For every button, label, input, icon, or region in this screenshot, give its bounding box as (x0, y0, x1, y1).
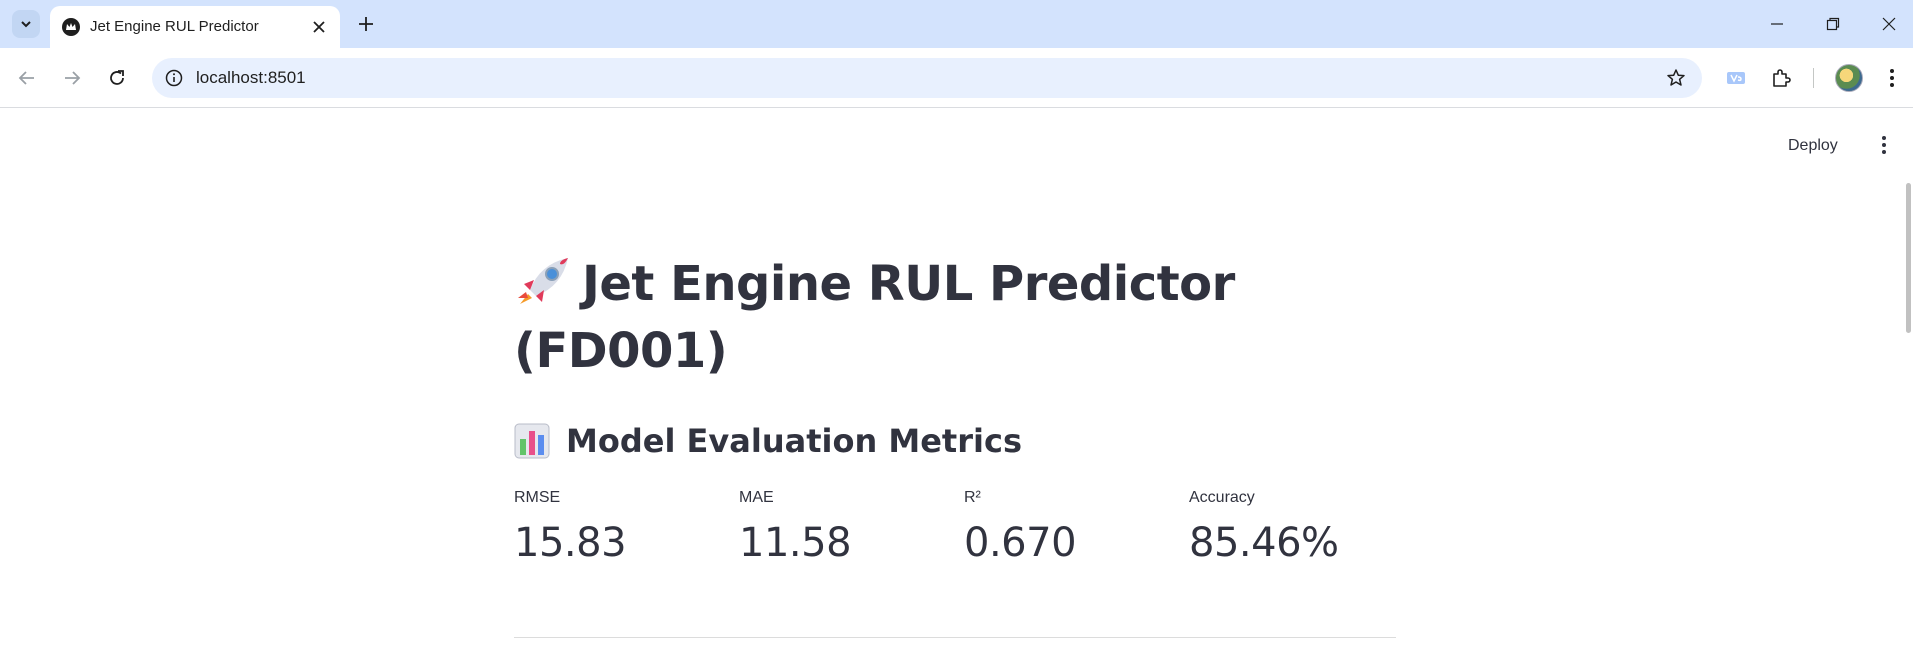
puzzle-icon (1773, 69, 1791, 87)
plus-icon (359, 17, 373, 31)
close-window-button[interactable] (1866, 8, 1912, 40)
bar-chart-icon (514, 423, 550, 459)
tab-close-button[interactable] (308, 16, 330, 38)
metric-value: 15.83 (514, 520, 627, 566)
metric-rmse: RMSE 15.83 (514, 487, 734, 571)
arrow-right-icon (65, 71, 81, 85)
metric-r2: R² 0.670 (964, 487, 1184, 571)
browser-toolbar: localhost:8501 (0, 48, 1913, 108)
profile-avatar[interactable] (1835, 64, 1863, 92)
metric-label: R² (964, 489, 981, 506)
back-button[interactable] (10, 61, 44, 95)
metric-label: RMSE (514, 489, 561, 506)
page-title-text: Jet Engine RUL Predictor (FD001) (514, 256, 1235, 379)
new-tab-button[interactable] (352, 10, 380, 38)
browser-menu-button[interactable] (1878, 64, 1906, 92)
app-main-menu-button[interactable] (1872, 131, 1896, 159)
metric-value: 0.670 (964, 520, 1077, 566)
close-icon (1882, 17, 1896, 31)
streamlit-crown-icon (62, 18, 80, 36)
page-scrollbar[interactable] (1906, 183, 1911, 333)
arrow-left-icon (18, 71, 34, 85)
restore-icon (1826, 17, 1840, 31)
address-bar[interactable]: localhost:8501 (152, 58, 1702, 98)
site-info-button[interactable] (162, 66, 186, 90)
forward-button[interactable] (55, 61, 89, 95)
section-heading: Model Evaluation Metrics (514, 419, 1022, 463)
bookmark-button[interactable] (1664, 66, 1688, 90)
metric-mae: MAE 11.58 (739, 487, 959, 571)
extensions-button[interactable] (1767, 64, 1795, 92)
metric-label: Accuracy (1189, 489, 1255, 506)
star-icon (1667, 69, 1685, 86)
metric-label: MAE (739, 489, 774, 506)
browser-tab[interactable]: Jet Engine RUL Predictor (50, 6, 340, 48)
browser-tab-bar: Jet Engine RUL Predictor (0, 0, 1913, 48)
reload-icon (110, 70, 124, 85)
metric-value: 85.46% (1189, 520, 1339, 566)
toolbar-separator (1813, 68, 1814, 88)
metric-value: 11.58 (739, 520, 852, 566)
extension-vs-button[interactable] (1722, 64, 1750, 92)
section-divider (514, 637, 1396, 638)
restore-button[interactable] (1810, 8, 1856, 40)
url-text: localhost:8501 (196, 68, 306, 87)
close-icon (313, 21, 325, 33)
app-page: Deploy Jet Engine RUL Predictor (FD001) (0, 109, 1913, 672)
kebab-menu-icon (1890, 69, 1894, 87)
extension-logo-icon (1727, 72, 1745, 84)
info-icon (165, 69, 183, 87)
minimize-icon (1771, 23, 1783, 25)
tab-search-button[interactable] (12, 10, 40, 38)
tab-title: Jet Engine RUL Predictor (90, 18, 259, 35)
metric-accuracy: Accuracy 85.46% (1189, 487, 1409, 571)
reload-button[interactable] (100, 61, 134, 95)
rocket-icon (518, 258, 568, 304)
minimize-button[interactable] (1754, 8, 1800, 40)
kebab-menu-icon (1882, 136, 1886, 154)
section-heading-text: Model Evaluation Metrics (566, 422, 1022, 460)
page-title: Jet Engine RUL Predictor (FD001) (514, 251, 1314, 385)
chevron-down-icon (21, 21, 31, 28)
deploy-button[interactable]: Deploy (1782, 133, 1844, 159)
